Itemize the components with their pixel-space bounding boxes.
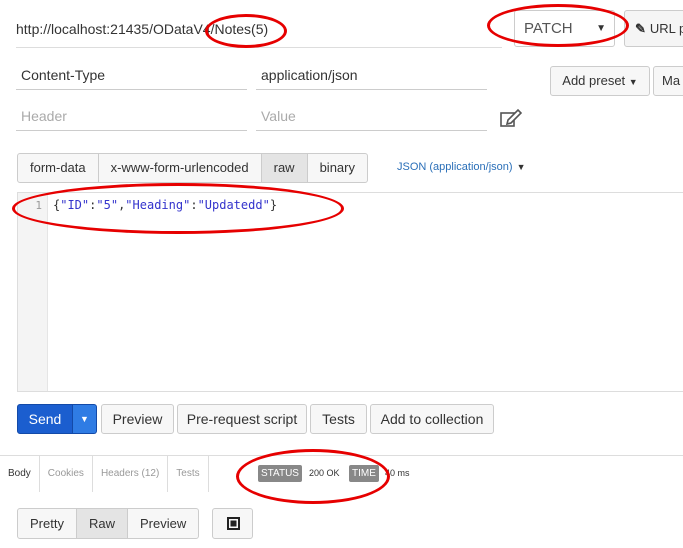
response-tab-cookies[interactable]: Cookies (40, 456, 93, 492)
tests-button[interactable]: Tests (310, 404, 367, 434)
manage-presets-button[interactable]: Ma (653, 66, 683, 96)
send-dropdown-button[interactable]: ▼ (73, 404, 97, 434)
response-tab-headers[interactable]: Headers (12) (93, 456, 169, 492)
caret-down-icon: ▼ (80, 414, 89, 424)
add-preset-button[interactable]: Add preset ▼ (550, 66, 650, 96)
body-type-tabs: form-data x-www-form-urlencoded raw bina… (17, 153, 368, 183)
edit-icon: ✎ (635, 21, 646, 36)
send-button[interactable]: Send (17, 404, 73, 434)
tab-form-data[interactable]: form-data (18, 154, 99, 182)
preview-button[interactable]: Preview (101, 404, 174, 434)
format-label: JSON (application/json) (397, 161, 513, 173)
header-value-placeholder[interactable]: Value (256, 101, 487, 131)
header-key-placeholder[interactable]: Header (16, 101, 247, 131)
copy-button[interactable] (212, 508, 253, 539)
header-value-field[interactable]: application/json (256, 60, 487, 90)
caret-down-icon: ▼ (628, 77, 638, 87)
url-params-label: URL p (649, 21, 683, 36)
add-to-collection-button[interactable]: Add to collection (370, 404, 494, 434)
tab-binary[interactable]: binary (308, 154, 367, 182)
tab-raw[interactable]: raw (261, 154, 308, 182)
response-view-group: Pretty Raw Preview (17, 508, 200, 539)
view-raw-button[interactable]: Raw (76, 509, 128, 538)
view-preview-button[interactable]: Preview (128, 509, 198, 538)
prerequest-script-button[interactable]: Pre-request script (177, 404, 307, 434)
response-tab-body[interactable]: Body (0, 456, 40, 492)
annotation-oval-status (236, 449, 390, 504)
caret-down-icon: ▼ (516, 162, 526, 172)
annotation-oval-method (487, 4, 629, 47)
format-select[interactable]: JSON (application/json) ▼ (397, 159, 525, 175)
annotation-oval-body (12, 183, 344, 234)
add-preset-label: Add preset (562, 73, 626, 88)
copy-icon (227, 517, 240, 530)
bulk-edit-icon[interactable] (500, 108, 522, 128)
response-tab-tests[interactable]: Tests (168, 456, 209, 492)
header-key-field[interactable]: Content-Type (16, 60, 247, 90)
response-tabs: Body Cookies Headers (12) Tests (0, 456, 209, 492)
annotation-oval-url (205, 14, 287, 48)
view-pretty-button[interactable]: Pretty (18, 509, 77, 538)
tab-urlencoded[interactable]: x-www-form-urlencoded (99, 154, 262, 182)
url-params-button[interactable]: ✎ URL p (624, 10, 683, 47)
